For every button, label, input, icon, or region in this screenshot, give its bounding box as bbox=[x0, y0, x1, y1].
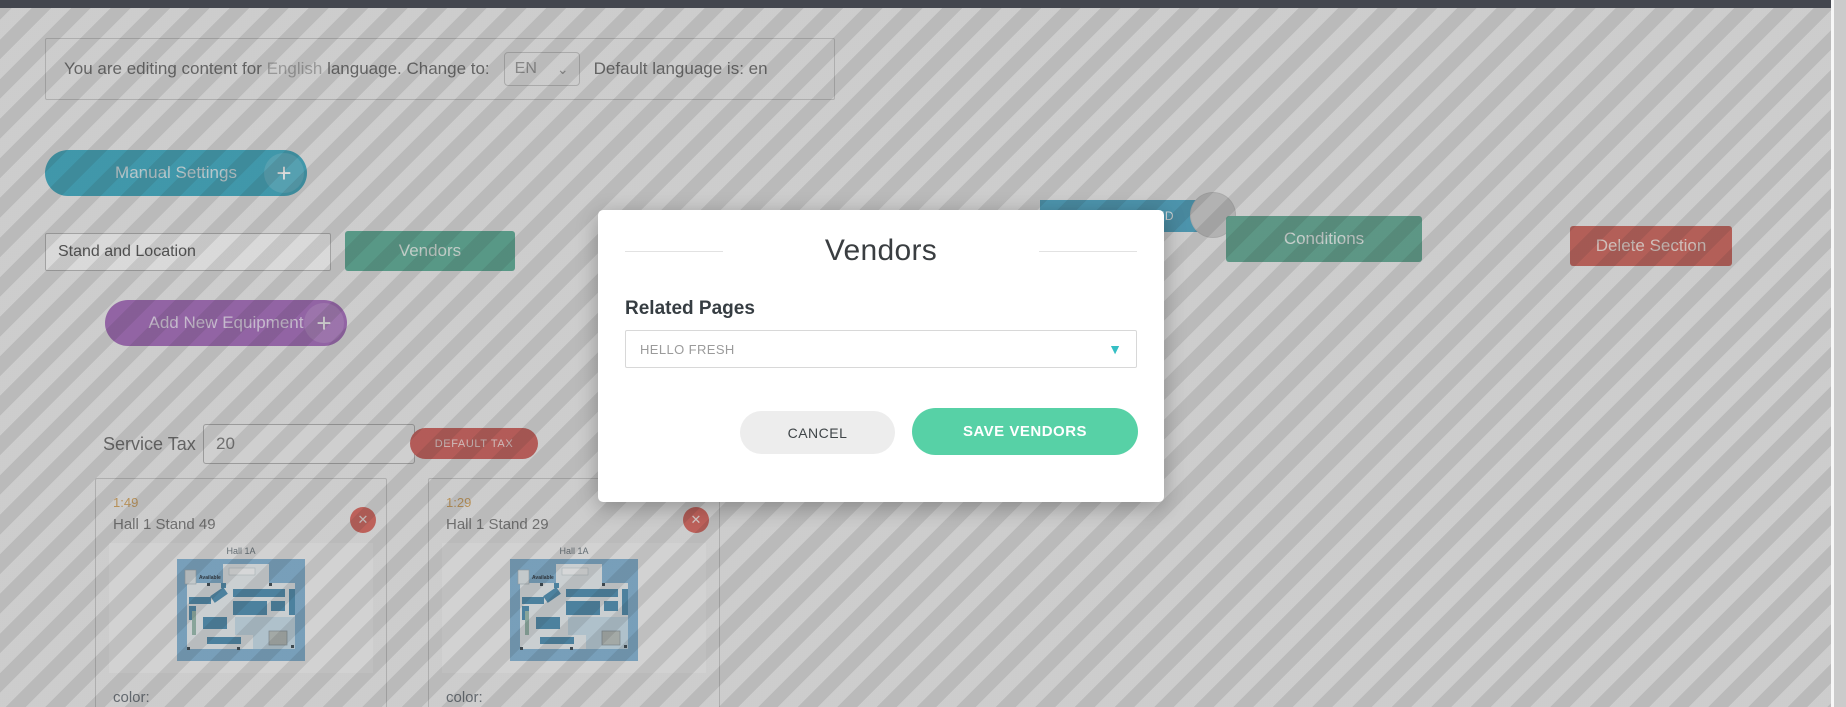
delete-section-button[interactable]: Delete Section bbox=[1570, 226, 1732, 266]
caret-down-icon: ▼ bbox=[1108, 342, 1122, 356]
default-tax-button[interactable]: DEFAULT TAX bbox=[410, 428, 538, 459]
title-divider-left bbox=[625, 251, 723, 252]
language-select[interactable]: EN ⌄ bbox=[504, 52, 580, 86]
map-available-label: Available bbox=[532, 575, 554, 581]
stand-map-panel: Hall 1A Available bbox=[442, 543, 706, 673]
vendors-modal: Vendors Related Pages HELLO FRESH ▼ CANC… bbox=[598, 210, 1164, 502]
scrollbar-track[interactable] bbox=[1831, 0, 1846, 707]
conditions-button[interactable]: Conditions bbox=[1226, 216, 1422, 262]
stand-map-title: Hall 1A bbox=[109, 546, 373, 556]
floorplan-map-image: Available bbox=[177, 559, 305, 661]
plus-icon: + bbox=[304, 303, 344, 343]
stand-card: 1:29 Hall 1 Stand 29 ✕ Hall 1A Available bbox=[428, 478, 720, 707]
vendors-button[interactable]: Vendors bbox=[345, 231, 515, 271]
language-notice-middle: language. Change to: bbox=[322, 59, 489, 79]
stand-color-label: color: bbox=[113, 689, 150, 706]
manual-settings-label: Manual Settings bbox=[115, 163, 237, 183]
stand-ratio: 1:49 bbox=[113, 495, 369, 510]
floorplan-map-image: Available bbox=[510, 559, 638, 661]
language-notice-language: English bbox=[267, 59, 323, 79]
language-notice-prefix: You are editing content for bbox=[64, 59, 267, 79]
stand-color-label: color: bbox=[446, 689, 483, 706]
stand-title: Hall 1 Stand 29 bbox=[446, 516, 702, 533]
service-tax-label: Service Tax bbox=[103, 430, 196, 458]
related-pages-dropdown[interactable]: HELLO FRESH ▼ bbox=[625, 330, 1137, 368]
service-tax-input[interactable] bbox=[203, 424, 415, 464]
language-notice-default: Default language is: en bbox=[594, 59, 768, 79]
add-new-equipment-button[interactable]: Add New Equipment + bbox=[105, 300, 347, 346]
plus-icon: + bbox=[264, 153, 304, 193]
stand-title: Hall 1 Stand 49 bbox=[113, 516, 369, 533]
language-notice: You are editing content for English lang… bbox=[45, 38, 835, 100]
manual-settings-button[interactable]: Manual Settings + bbox=[45, 150, 307, 196]
save-vendors-button[interactable]: SAVE VENDORS bbox=[912, 408, 1138, 455]
close-icon[interactable]: ✕ bbox=[683, 507, 709, 533]
language-select-value: EN bbox=[515, 60, 537, 78]
close-icon[interactable]: ✕ bbox=[350, 507, 376, 533]
cancel-button[interactable]: CANCEL bbox=[740, 411, 895, 454]
stand-map-title: Hall 1A bbox=[442, 546, 706, 556]
related-pages-value: HELLO FRESH bbox=[640, 342, 735, 357]
section-name-input[interactable] bbox=[45, 233, 331, 271]
add-new-equipment-label: Add New Equipment bbox=[149, 313, 304, 333]
top-bar bbox=[0, 0, 1831, 8]
stand-map-panel: Hall 1A Available bbox=[109, 543, 373, 673]
title-divider-right bbox=[1039, 251, 1137, 252]
map-available-label: Available bbox=[199, 575, 221, 581]
modal-actions: CANCEL SAVE VENDORS bbox=[598, 408, 1138, 456]
modal-header: Vendors bbox=[598, 234, 1164, 268]
chevron-down-icon: ⌄ bbox=[557, 64, 569, 74]
modal-title: Vendors bbox=[825, 234, 937, 268]
stand-card: 1:49 Hall 1 Stand 49 ✕ Hall 1A Available bbox=[95, 478, 387, 707]
related-pages-label: Related Pages bbox=[625, 298, 1137, 320]
